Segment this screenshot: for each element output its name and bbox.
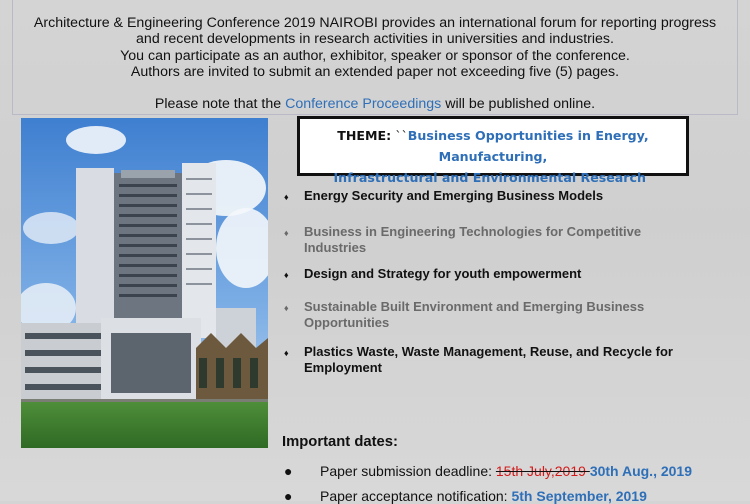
topic-text: Business in Engineering Technologies for… (304, 224, 642, 255)
conference-proceedings-link[interactable]: Conference Proceedings (285, 96, 441, 112)
note-suffix: will be published online. (441, 96, 596, 113)
theme-text-2: Infrastructural and Environmental Resear… (333, 170, 646, 185)
diamond-bullet-icon: ♦ (284, 228, 289, 238)
diamond-bullet-icon: ♦ (284, 303, 289, 313)
bullet-icon: ● (284, 488, 293, 504)
intro-line-1: Architecture & Engineering Conference 20… (33, 15, 717, 31)
bullet-icon: ● (284, 463, 293, 479)
date-row-content: Paper submission deadline: 15th July,201… (320, 463, 692, 479)
topic-text: Sustainable Built Environment and Emergi… (304, 299, 645, 330)
diamond-bullet-icon: ♦ (284, 192, 289, 202)
new-deadline: 30th Aug., 2019 (589, 463, 692, 479)
theme-close-quote: ” (645, 170, 653, 185)
intro-line-3: You can participate as an author, exhibi… (120, 47, 630, 64)
note-prefix: Please note that the (154, 96, 286, 113)
theme-open-quote: `` (391, 128, 408, 143)
intro-line-2: and recent developments in research acti… (136, 31, 614, 48)
date-label: Paper acceptance notification: (320, 488, 512, 504)
topic-text: Design and Strategy for youth empowermen… (304, 266, 582, 281)
proceedings-note: Please note that the Conference Proceedi… (13, 96, 737, 112)
acceptance-date: 5th September, 2019 (511, 488, 647, 504)
topic-text: Plastics Waste, Waste Management, Reuse,… (304, 344, 673, 375)
theme-text-1: Business Opportunities in Energy, Manufa… (407, 128, 649, 164)
intro-line-4: Authors are invited to submit an extende… (130, 63, 620, 80)
old-deadline: 15th July,2019 (495, 463, 590, 479)
diamond-bullet-icon: ♦ (284, 270, 289, 280)
theme-line-1: THEME: ``Business Opportunities in Energ… (300, 125, 686, 167)
topic-text: Energy Security and Emerging Business Mo… (304, 188, 604, 203)
conference-intro: Architecture & Engineering Conference 20… (12, 0, 738, 115)
diamond-bullet-icon: ♦ (284, 348, 289, 358)
date-row-content: Paper acceptance notification: 5th Septe… (320, 488, 647, 504)
campus-building-photo (21, 118, 268, 448)
date-label: Paper submission deadline: (320, 463, 496, 479)
theme-box: THEME: ``Business Opportunities in Energ… (297, 116, 689, 185)
theme-line-2: Infrastructural and Environmental Resear… (300, 167, 686, 188)
theme-label: THEME: (337, 128, 392, 143)
important-dates-heading: Important dates: (282, 434, 398, 450)
